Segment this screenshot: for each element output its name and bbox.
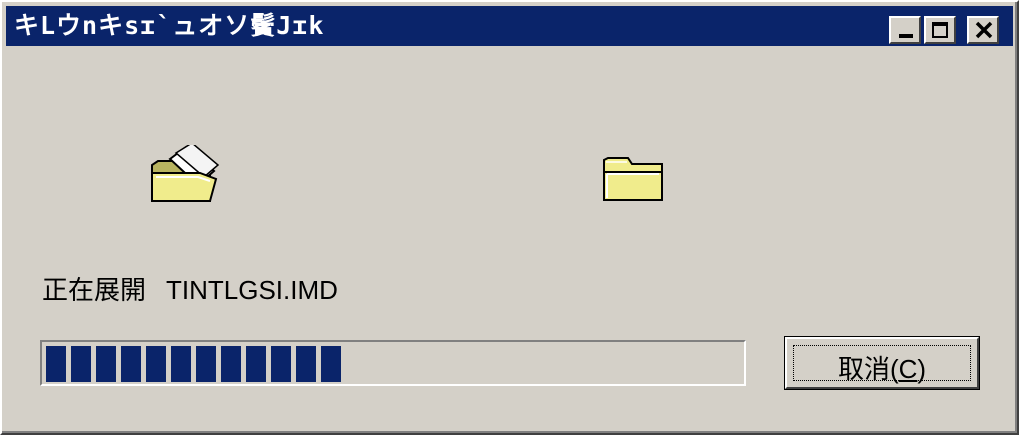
progress-bar xyxy=(40,340,746,386)
status-filename: TINTLGSI.IMD xyxy=(166,275,338,305)
cancel-button[interactable]: 取消(C) xyxy=(784,336,980,390)
progress-segment xyxy=(296,346,316,382)
title-bar[interactable]: キLウnキsɪ`ュオソ鬢Jɪk xyxy=(6,6,1013,46)
cancel-button-label: 取消(C) xyxy=(837,354,927,384)
progress-segment xyxy=(121,346,141,382)
open-folder-icon xyxy=(151,145,220,202)
progress-segment xyxy=(246,346,266,382)
close-button[interactable] xyxy=(967,16,999,44)
progress-segment xyxy=(146,346,166,382)
progress-fill xyxy=(44,344,742,382)
minimize-icon xyxy=(899,34,913,38)
progress-segment xyxy=(46,346,66,382)
maximize-button[interactable] xyxy=(924,16,956,44)
progress-segment xyxy=(221,346,241,382)
window-title: キLウnキsɪ`ュオソ鬢Jɪk xyxy=(14,11,325,40)
status-text: 正在展開 TINTLGSI.IMD xyxy=(42,270,338,307)
maximize-icon xyxy=(932,22,948,38)
progress-segment xyxy=(71,346,91,382)
progress-segment xyxy=(321,346,341,382)
progress-segment xyxy=(196,346,216,382)
status-prefix: 正在展開 xyxy=(42,275,147,305)
minimize-button[interactable] xyxy=(889,16,921,44)
progress-segment xyxy=(96,346,116,382)
progress-segment xyxy=(271,346,291,382)
closed-folder-icon xyxy=(603,157,663,201)
close-icon xyxy=(975,21,993,39)
progress-segment xyxy=(171,346,191,382)
extract-dialog: キLウnキsɪ`ュオソ鬢Jɪk 正在展開 TINTLGSI.IMD 取消(C) xyxy=(0,0,1019,435)
